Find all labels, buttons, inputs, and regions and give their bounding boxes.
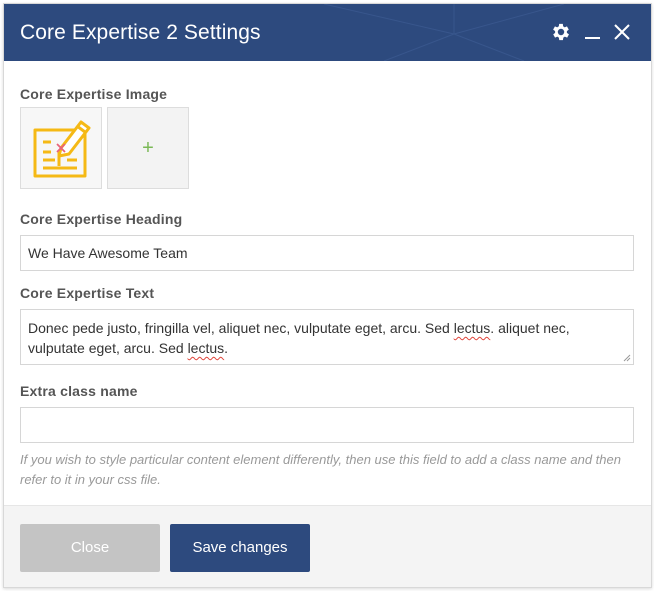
text-segment: Donec pede justo, fringilla vel, aliquet…	[28, 320, 454, 336]
close-button[interactable]: Close	[20, 524, 160, 572]
extra-class-label: Extra class name	[20, 383, 138, 399]
image-label: Core Expertise Image	[20, 86, 168, 102]
text-textarea[interactable]: Donec pede justo, fringilla vel, aliquet…	[20, 309, 634, 365]
text-segment: .	[224, 340, 229, 356]
minimize-icon[interactable]	[582, 21, 604, 43]
extra-class-input[interactable]	[20, 407, 634, 443]
text-line-2: vulputate eget, arcu. Sed lectus.	[28, 338, 626, 358]
blueprint-pencil-icon	[33, 120, 91, 178]
resize-grip-icon[interactable]	[623, 354, 631, 362]
image-thumbnail[interactable]	[20, 107, 102, 189]
settings-dialog: Core Expertise 2 Settings Core Expertise…	[3, 3, 652, 588]
save-changes-button[interactable]: Save changes	[170, 524, 310, 572]
dialog-titlebar[interactable]: Core Expertise 2 Settings	[4, 4, 651, 61]
close-icon[interactable]	[611, 21, 633, 43]
plus-icon: +	[142, 136, 154, 159]
dialog-body: Core Expertise Image + Core Expertise He…	[4, 61, 651, 505]
text-segment: vulputate eget, arcu. Sed	[28, 340, 188, 356]
gear-icon[interactable]	[550, 21, 572, 43]
text-segment: . aliquet nec,	[490, 320, 570, 336]
add-image-button[interactable]: +	[107, 107, 189, 189]
dialog-title: Core Expertise 2 Settings	[20, 21, 261, 44]
heading-input[interactable]: We Have Awesome Team	[20, 235, 634, 271]
misspelled-word: lectus	[453, 320, 491, 336]
text-line-1: Donec pede justo, fringilla vel, aliquet…	[28, 318, 626, 338]
heading-label: Core Expertise Heading	[20, 211, 183, 227]
misspelled-word: lectus	[187, 340, 225, 356]
help-text: If you wish to style particular content …	[20, 452, 621, 487]
text-label: Core Expertise Text	[20, 285, 155, 301]
dialog-footer: Close Save changes	[4, 505, 651, 587]
